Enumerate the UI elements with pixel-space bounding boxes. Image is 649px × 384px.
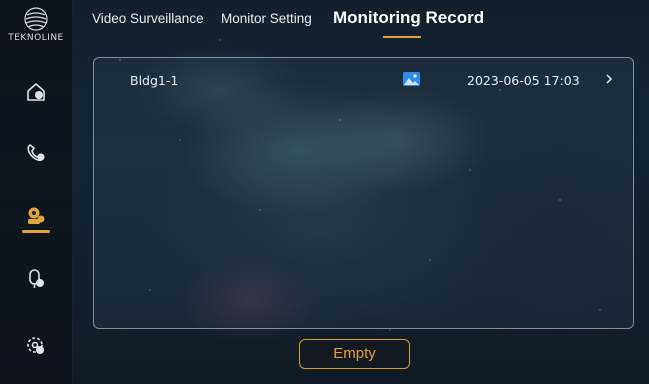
sidebar-item-call[interactable] — [14, 133, 58, 173]
records-panel: Bldg1-1 2023-06-05 17:03 — [93, 57, 634, 329]
empty-button[interactable]: Empty — [299, 339, 410, 369]
intercom-icon — [29, 269, 44, 288]
tab-active-indicator — [383, 36, 421, 38]
sidebar-item-intercom[interactable] — [14, 259, 58, 299]
tab-video-surveillance[interactable]: Video Surveillance — [92, 11, 204, 26]
sidebar: TEKNOLINE — [0, 0, 73, 384]
globe-lines-icon — [24, 7, 48, 31]
record-name: Bldg1-1 — [130, 73, 179, 88]
gear-icon — [27, 337, 44, 354]
phone-icon — [27, 144, 45, 162]
sidebar-active-indicator — [22, 230, 50, 233]
tab-monitoring-record[interactable]: Monitoring Record — [333, 8, 484, 28]
home-icon — [27, 83, 45, 101]
chevron-right-icon — [606, 74, 613, 84]
record-row[interactable]: Bldg1-1 2023-06-05 17:03 — [94, 58, 633, 102]
sidebar-item-settings[interactable] — [14, 326, 58, 366]
image-icon — [403, 72, 420, 86]
sidebar-item-home[interactable] — [14, 72, 58, 112]
record-timestamp: 2023-06-05 17:03 — [467, 73, 580, 88]
brand-name: TEKNOLINE — [8, 33, 64, 43]
tab-monitor-setting[interactable]: Monitor Setting — [221, 11, 312, 26]
camera-icon — [28, 207, 45, 224]
brand-logo: TEKNOLINE — [0, 6, 72, 43]
